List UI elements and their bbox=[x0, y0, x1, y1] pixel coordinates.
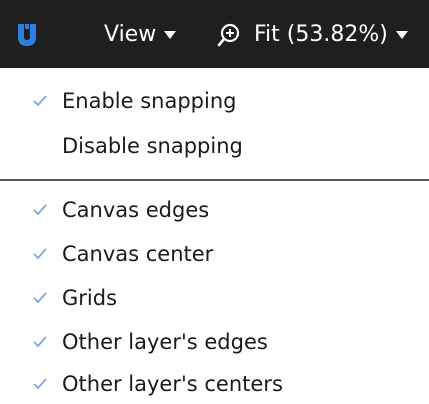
menu-item-label: Other layer's edges bbox=[62, 330, 268, 354]
caret-down-icon bbox=[395, 31, 408, 39]
menu-divider bbox=[0, 179, 429, 181]
checkmark-icon bbox=[28, 322, 52, 362]
menu-item-label: Canvas edges bbox=[62, 198, 210, 222]
menu-item-label: Disable snapping bbox=[62, 134, 243, 158]
top-toolbar: View Fit (53.82%) bbox=[0, 0, 429, 68]
menu-item-label: Grids bbox=[62, 286, 118, 310]
zoom-level-label: Fit (53.82%) bbox=[254, 21, 388, 47]
menu-item-canvas-edges[interactable]: Canvas edges bbox=[0, 190, 429, 230]
view-menu-label: View bbox=[104, 21, 157, 47]
checkmark-icon bbox=[28, 364, 52, 404]
menu-item-other-layers-edges[interactable]: Other layer's edges bbox=[0, 322, 429, 362]
snapping-dropdown-menu: Enable snapping Disable snapping Canvas … bbox=[0, 68, 429, 404]
menu-item-grids[interactable]: Grids bbox=[0, 278, 429, 318]
checkmark-icon bbox=[28, 81, 52, 121]
checkmark-icon bbox=[28, 234, 52, 274]
menu-item-label: Enable snapping bbox=[62, 89, 237, 113]
menu-item-other-layers-centers[interactable]: Other layer's centers bbox=[0, 364, 429, 404]
menu-item-label: Canvas center bbox=[62, 242, 214, 266]
zoom-in-icon[interactable] bbox=[216, 22, 242, 48]
checkmark-icon bbox=[28, 190, 52, 230]
u-logo-icon[interactable] bbox=[12, 20, 42, 50]
menu-item-label: Other layer's centers bbox=[62, 372, 283, 396]
zoom-level-menu-button[interactable]: Fit (53.82%) bbox=[254, 18, 408, 50]
menu-item-disable-snapping[interactable]: Disable snapping bbox=[0, 126, 429, 166]
view-menu-button[interactable]: View bbox=[104, 18, 177, 50]
menu-item-canvas-center[interactable]: Canvas center bbox=[0, 234, 429, 274]
menu-item-enable-snapping[interactable]: Enable snapping bbox=[0, 81, 429, 121]
caret-down-icon bbox=[164, 31, 177, 39]
checkmark-icon bbox=[28, 278, 52, 318]
